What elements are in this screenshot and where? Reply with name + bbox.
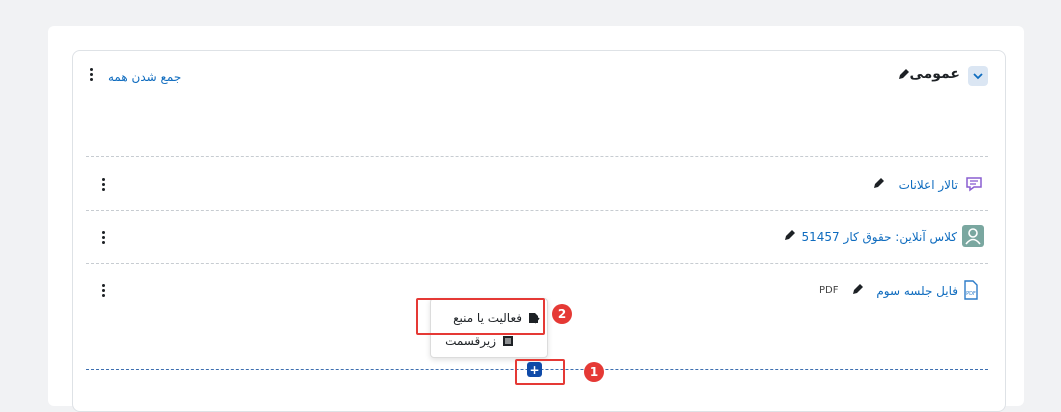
menu-item-label: زیرقسمت — [445, 334, 496, 348]
edit-pencil-icon[interactable] — [783, 228, 797, 242]
activity-name-pdf[interactable]: فایل جلسه سوم — [876, 284, 958, 298]
section-title: عمومی — [909, 66, 960, 82]
add-content-button[interactable]: + — [527, 362, 542, 377]
edit-pencil-icon[interactable] — [897, 67, 911, 81]
collapse-all-link[interactable]: جمع شدن همه — [108, 70, 181, 84]
divider — [86, 156, 988, 157]
step-marker-2: 2 — [552, 304, 572, 324]
chevron-down-icon — [973, 73, 983, 80]
step-marker-1: 1 — [584, 362, 604, 382]
pdf-file-icon: PDF — [962, 280, 980, 300]
svg-text:PDF: PDF — [966, 291, 976, 297]
menu-item-subsection[interactable]: زیرقسمت — [445, 334, 514, 348]
activity-menu-icon[interactable] — [101, 231, 105, 244]
subsection-icon — [503, 336, 513, 346]
forum-icon — [964, 174, 984, 194]
edit-pencil-icon[interactable] — [872, 176, 886, 190]
activity-name-forum[interactable]: تالار اعلانات — [899, 178, 958, 192]
activity-menu-icon[interactable] — [101, 178, 105, 191]
online-class-icon — [962, 225, 984, 247]
divider — [86, 263, 988, 264]
file-type-badge: PDF — [819, 285, 839, 296]
section-toggle[interactable] — [968, 66, 988, 86]
section-menu-icon[interactable] — [89, 68, 93, 81]
highlight-box-activity — [416, 298, 545, 335]
activity-name-online-class[interactable]: کلاس آنلاین: حقوق کار 51457 — [802, 230, 957, 244]
divider — [86, 210, 988, 211]
activity-menu-icon[interactable] — [101, 284, 105, 297]
edit-pencil-icon[interactable] — [851, 282, 865, 296]
